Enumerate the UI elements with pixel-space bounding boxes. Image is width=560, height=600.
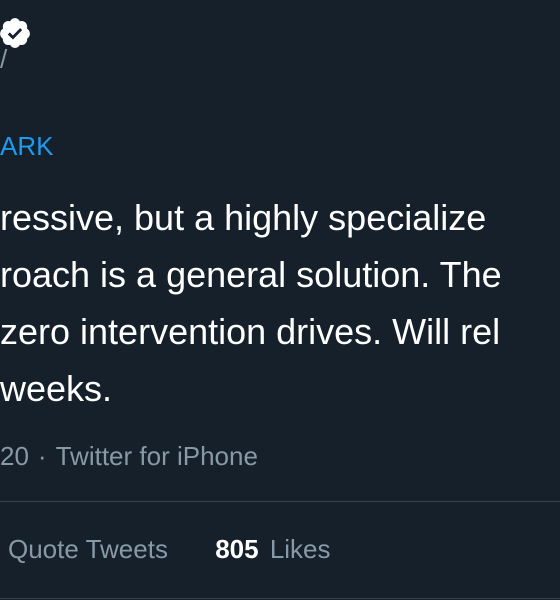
tweet-text-line: roach is a general solution. The xyxy=(0,254,502,295)
tweet-text-line: ressive, but a highly specialize xyxy=(0,197,487,238)
tweet-text: ressive, but a highly specialize roach i… xyxy=(0,189,560,417)
likes-label: Likes xyxy=(269,534,331,564)
replying-to-mention[interactable]: ARK xyxy=(0,130,53,162)
divider xyxy=(0,501,560,502)
quote-tweets-link[interactable]: Quote Tweets xyxy=(8,532,168,566)
divider xyxy=(0,598,560,599)
tweet-meta: 20 · Twitter for iPhone xyxy=(0,439,258,473)
meta-separator: · xyxy=(37,441,47,471)
engagement-stats: Quote Tweets 805 Likes xyxy=(8,532,331,566)
tweet-source-link[interactable]: Twitter for iPhone xyxy=(56,441,258,471)
tweet-text-line: zero intervention drives. Will rel xyxy=(0,311,501,352)
tweet-timestamp[interactable]: 20 xyxy=(0,441,29,471)
tweet-text-line: weeks. xyxy=(0,368,113,409)
author-handle[interactable]: / xyxy=(0,44,7,74)
likes-count: 805 xyxy=(215,534,259,564)
quote-tweets-label: Quote Tweets xyxy=(8,534,168,564)
likes-link[interactable]: 805 Likes xyxy=(215,532,330,566)
